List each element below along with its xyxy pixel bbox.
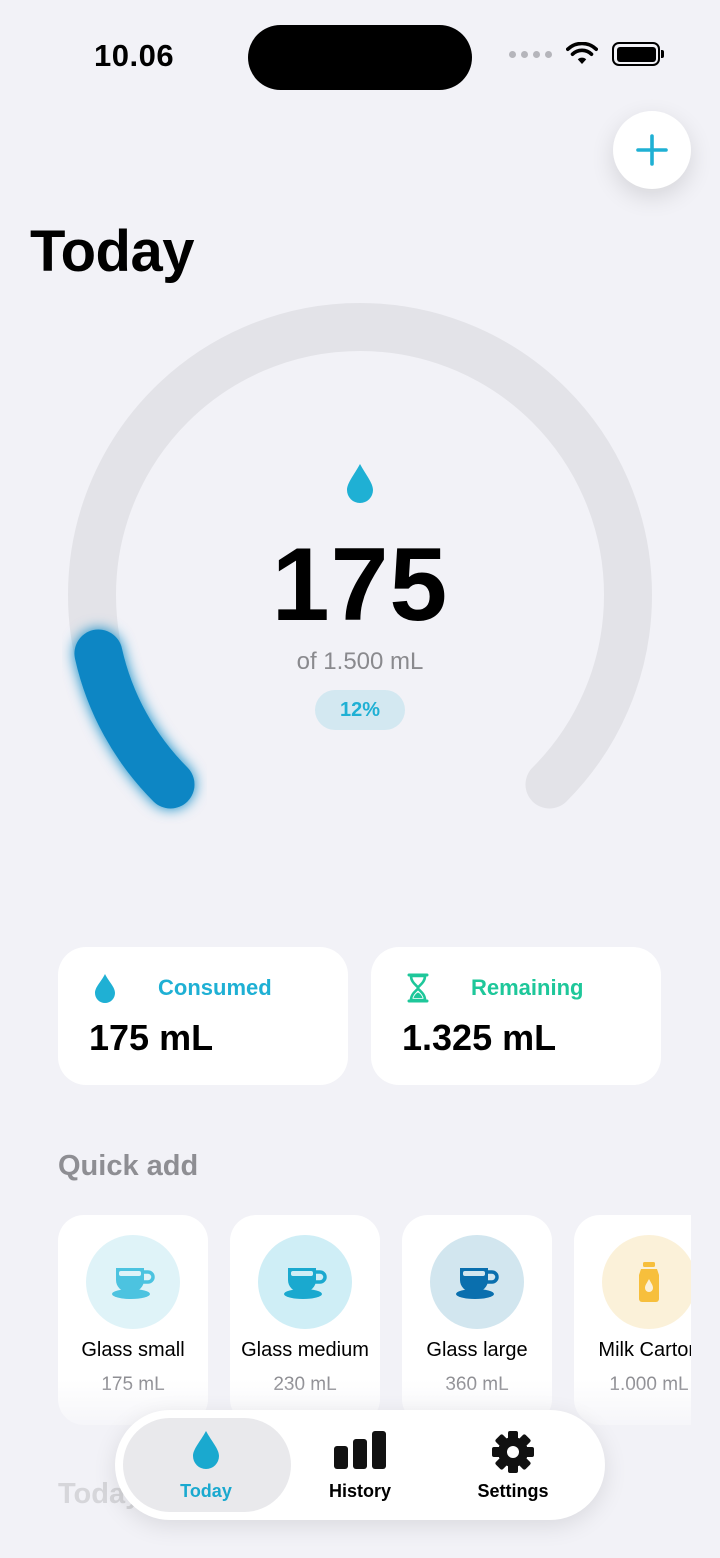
consumed-label: Consumed [158,975,272,1000]
quick-add-name: Glass large [426,1339,528,1361]
gear-icon [492,1431,534,1473]
water-drop-icon [193,1431,219,1469]
water-drop-icon [95,974,115,1003]
tab-today[interactable]: Today [131,1410,281,1520]
cup-icon [284,1268,327,1299]
tab-settings[interactable]: Settings [438,1410,588,1520]
app-screen: 10.06 Today 175 of 1.500 mL 12% Consumed… [0,0,720,1558]
hourglass-icon [407,973,429,1003]
tab-label: Settings [477,1481,549,1501]
progress-ring [68,303,652,809]
remaining-label: Remaining [471,975,584,1000]
consumed-value: 175 mL [89,1017,214,1058]
quick-add-name: Glass medium [241,1339,369,1361]
consumed-total: 175 [271,527,449,643]
remaining-card: Remaining 1.325 mL [371,947,661,1085]
milk-carton-icon [639,1262,659,1302]
daily-goal-text: of 1.500 mL [296,648,424,675]
bar-chart-icon [334,1431,386,1469]
tab-history[interactable]: History [285,1410,435,1520]
water-drop-icon [347,464,373,503]
quick-add-title: Quick add [58,1150,199,1182]
percent-badge: 12% [315,690,405,730]
quick-add-name: Milk Carton [598,1339,691,1361]
tab-label: History [328,1481,391,1501]
tab-label: Today [180,1481,232,1501]
consumed-card: Consumed 175 mL [58,947,348,1085]
cup-icon [112,1268,155,1299]
tab-bar: Today History Settings [115,1410,605,1520]
remaining-value: 1.325 mL [402,1017,557,1058]
cup-icon [456,1268,499,1299]
quick-add-name: Glass small [81,1339,185,1361]
